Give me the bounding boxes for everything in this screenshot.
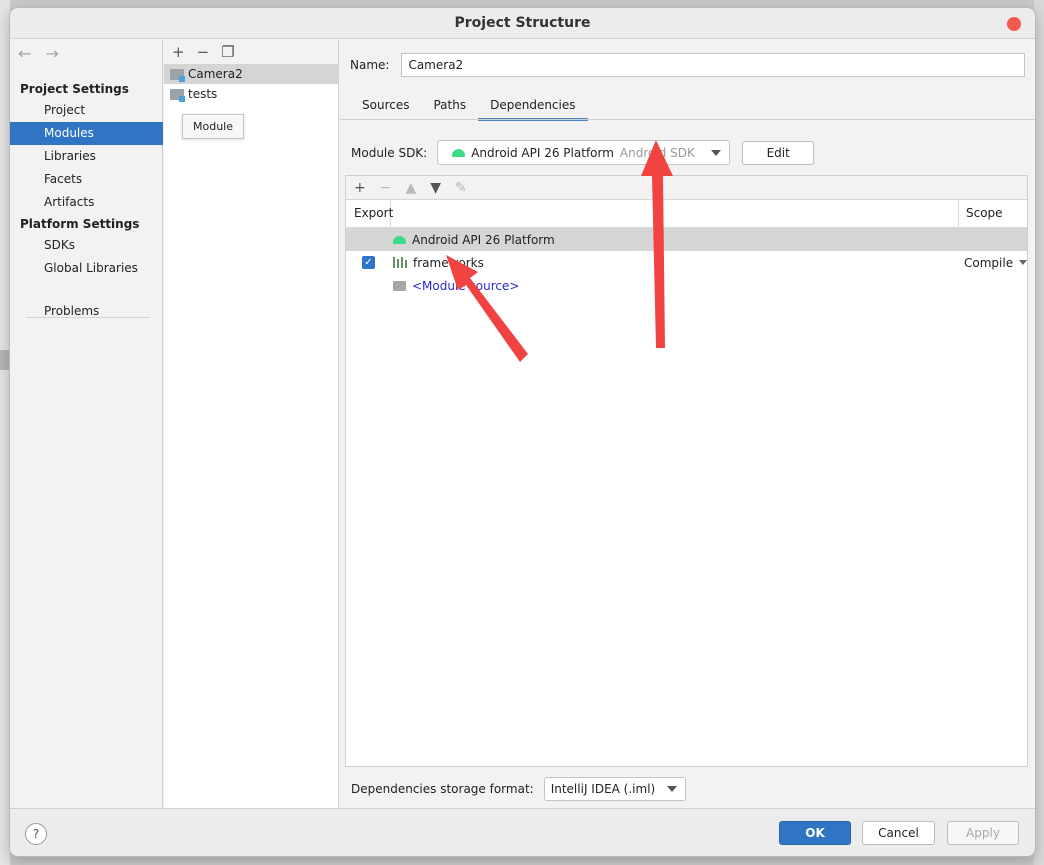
column-header-export[interactable]: Export bbox=[346, 200, 393, 227]
move-down-icon[interactable]: ▼ bbox=[430, 180, 441, 196]
modules-toolbar: + − ❐ bbox=[164, 40, 338, 64]
name-cell: frameworks bbox=[391, 256, 959, 270]
storage-format-dropdown[interactable]: IntelliJ IDEA (.iml) bbox=[543, 777, 686, 801]
project-structure-dialog: Project Structure ← → Project Settings P… bbox=[10, 8, 1035, 856]
cancel-button[interactable]: Cancel bbox=[862, 821, 935, 845]
dependency-name: <Module source> bbox=[412, 278, 520, 293]
remove-icon[interactable]: − bbox=[380, 180, 392, 196]
forward-arrow-icon[interactable]: → bbox=[45, 44, 58, 63]
move-up-icon[interactable]: ▲ bbox=[405, 180, 416, 196]
name-cell: <Module source> bbox=[391, 279, 959, 293]
export-cell: ✓ bbox=[346, 256, 391, 269]
storage-format-value: IntelliJ IDEA (.iml) bbox=[550, 782, 656, 796]
name-label: Name: bbox=[350, 58, 390, 72]
nav-item-problems[interactable]: Problems bbox=[10, 300, 163, 323]
scope-value: Compile bbox=[964, 255, 1014, 270]
add-icon[interactable]: + bbox=[172, 43, 185, 61]
remove-icon[interactable]: − bbox=[197, 43, 210, 61]
dependency-name: Android API 26 Platform bbox=[412, 232, 555, 247]
background-scroll-marker bbox=[0, 350, 10, 370]
storage-format-row: Dependencies storage format: IntelliJ ID… bbox=[351, 777, 686, 801]
ok-button[interactable]: OK bbox=[779, 821, 851, 845]
module-label: Camera2 bbox=[188, 67, 243, 81]
column-header-name[interactable] bbox=[391, 200, 959, 227]
platform-settings-header: Platform Settings bbox=[20, 217, 140, 231]
nav-item-global-libraries[interactable]: Global Libraries bbox=[10, 257, 163, 280]
module-folder-icon bbox=[170, 88, 185, 102]
project-settings-header: Project Settings bbox=[20, 82, 129, 96]
module-tabs: Sources Paths Dependencies bbox=[350, 94, 588, 121]
add-icon[interactable]: + bbox=[354, 180, 366, 196]
module-sdk-dropdown[interactable]: Android API 26 Platform Android SDK bbox=[437, 140, 731, 165]
storage-format-label: Dependencies storage format: bbox=[351, 782, 534, 796]
chevron-down-icon bbox=[666, 786, 677, 792]
module-name-input[interactable] bbox=[401, 53, 1026, 77]
edit-sdk-button[interactable]: Edit bbox=[742, 140, 815, 165]
chevron-down-icon bbox=[1019, 260, 1028, 265]
module-details: Name: Sources Paths Dependencies Module … bbox=[340, 40, 1035, 808]
nav-item-artifacts[interactable]: Artifacts bbox=[10, 191, 163, 214]
android-icon bbox=[393, 235, 406, 244]
module-label: tests bbox=[188, 87, 218, 101]
close-button[interactable] bbox=[1007, 17, 1021, 31]
column-header-scope[interactable]: Scope bbox=[959, 200, 1027, 227]
name-cell: Android API 26 Platform bbox=[391, 233, 959, 247]
chevron-down-icon bbox=[711, 149, 722, 156]
background-ide-strip bbox=[0, 0, 10, 865]
settings-nav: ← → Project Settings Project Modules Lib… bbox=[10, 40, 163, 808]
table-row[interactable]: ✓ frameworks Compile bbox=[346, 251, 1028, 274]
table-row[interactable]: Android API 26 Platform bbox=[346, 228, 1027, 251]
library-icon bbox=[393, 257, 407, 268]
nav-item-modules[interactable]: Modules bbox=[10, 122, 163, 145]
sdk-name: Android API 26 Platform bbox=[471, 145, 614, 160]
module-tooltip: Module bbox=[182, 114, 244, 139]
export-checkbox[interactable]: ✓ bbox=[362, 256, 375, 269]
dialog-title: Project Structure bbox=[454, 15, 591, 31]
table-row[interactable]: <Module source> bbox=[346, 274, 1027, 297]
nav-item-sdks[interactable]: SDKs bbox=[10, 234, 163, 257]
android-icon bbox=[452, 148, 466, 157]
nav-history: ← → bbox=[18, 44, 59, 63]
title-bar: Project Structure bbox=[10, 8, 1035, 39]
module-sdk-row: Module SDK: Android API 26 Platform Andr… bbox=[351, 140, 815, 165]
dialog-button-bar: ? OK Cancel Apply bbox=[10, 808, 1035, 856]
module-sdk-label: Module SDK: bbox=[351, 145, 428, 160]
tab-paths[interactable]: Paths bbox=[421, 94, 478, 121]
nav-item-libraries[interactable]: Libraries bbox=[10, 145, 163, 168]
module-folder-icon bbox=[170, 68, 185, 82]
name-row: Name: bbox=[350, 53, 1026, 77]
modules-panel: + − ❐ Camera2 tests Module bbox=[164, 40, 339, 808]
help-button[interactable]: ? bbox=[25, 823, 47, 845]
apply-button[interactable]: Apply bbox=[947, 821, 1019, 845]
module-item-camera2[interactable]: Camera2 bbox=[164, 64, 338, 84]
scope-dropdown[interactable]: Compile bbox=[959, 255, 1028, 270]
back-arrow-icon[interactable]: ← bbox=[18, 44, 31, 63]
tab-dependencies[interactable]: Dependencies bbox=[478, 94, 588, 121]
dependencies-toolbar: + − ▲ ▼ ✎ bbox=[346, 176, 1027, 200]
sdk-type: Android SDK bbox=[619, 145, 695, 160]
pencil-icon[interactable]: ✎ bbox=[455, 180, 467, 196]
nav-item-project[interactable]: Project bbox=[10, 99, 163, 122]
background-ide-strip-right bbox=[1034, 0, 1044, 865]
tabs-divider bbox=[340, 119, 1035, 120]
folder-icon bbox=[393, 280, 406, 291]
nav-item-facets[interactable]: Facets bbox=[10, 168, 163, 191]
tab-sources[interactable]: Sources bbox=[350, 94, 421, 121]
dependencies-header: Export Scope bbox=[346, 200, 1027, 228]
dependency-name: frameworks bbox=[413, 255, 484, 270]
module-item-tests[interactable]: tests bbox=[164, 84, 338, 104]
copy-icon[interactable]: ❐ bbox=[221, 43, 234, 61]
dependencies-table: + − ▲ ▼ ✎ Export Scope Android API 26 Pl… bbox=[345, 175, 1028, 767]
